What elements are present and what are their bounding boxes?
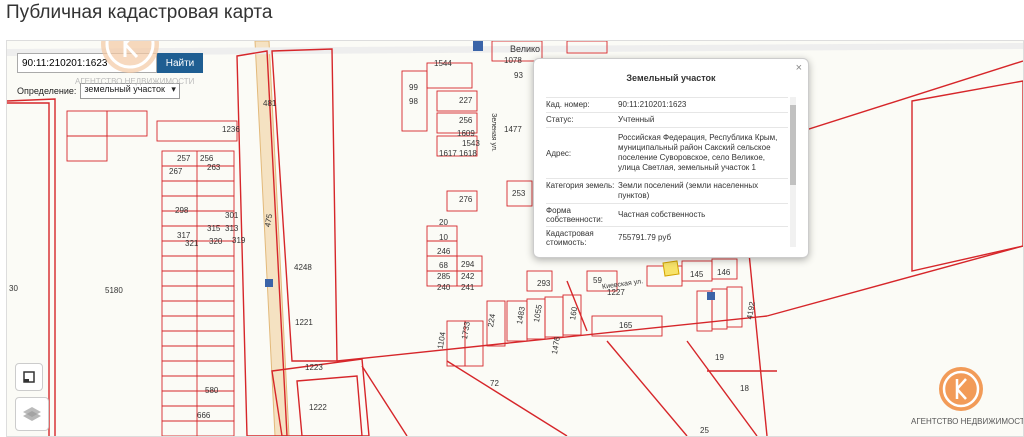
parcel-label: 72 <box>490 379 499 388</box>
street-label: Велико <box>510 44 541 54</box>
parcel-label: 315 <box>207 224 221 233</box>
agency-logo-bottom <box>937 365 985 418</box>
parcel-label: 241 <box>461 283 475 292</box>
parcel-label: 294 <box>461 260 475 269</box>
info-row: Статус: Учтенный <box>546 112 788 127</box>
parcel-label: 59 <box>593 276 602 285</box>
parcel-label: 293 <box>537 279 551 288</box>
square-icon <box>23 371 35 383</box>
parcel-label: 30 <box>9 284 18 293</box>
parcel-label: 257 <box>177 154 191 163</box>
parcel-label: 263 <box>207 163 221 172</box>
info-value: Российская Федерация, Республика Крым, м… <box>618 133 778 172</box>
parcel-label: 18 <box>740 384 749 393</box>
parcel-label: 19 <box>715 353 724 362</box>
parcel-label: 580 <box>205 386 219 395</box>
agency-watermark-top: АГЕНТСТВО НЕДВИЖИМОСТИ <box>75 77 195 86</box>
parcel-label: 146 <box>717 268 731 277</box>
parcel-label: 319 <box>232 236 246 245</box>
parcel-label: 99 <box>409 83 418 92</box>
parcel-label: 20 <box>439 218 448 227</box>
parcel-label: 320 <box>209 237 223 246</box>
parcel-label: 313 <box>225 224 239 233</box>
parcel-label: 285 <box>437 272 451 281</box>
layers-button[interactable] <box>15 397 49 431</box>
parcel-label: 1078 <box>504 56 522 65</box>
parcel-label: 481 <box>263 99 277 108</box>
info-key: Кад. номер: <box>546 100 590 109</box>
search-button[interactable]: Найти <box>157 53 203 73</box>
info-row: Форма собственности: Частная собственност… <box>546 203 788 226</box>
popup-title: Земельный участок <box>626 73 716 83</box>
parcel-label: 1543 <box>462 139 480 148</box>
parcel-label: 240 <box>437 283 451 292</box>
definition-label: Определение: <box>17 86 77 96</box>
parcel-label: 145 <box>690 270 704 279</box>
info-key: Статус: <box>546 115 574 124</box>
parcel-label: 1236 <box>222 125 240 134</box>
parcel-label: 25 <box>700 426 709 435</box>
agency-watermark-bottom: АГЕНТСТВО НЕДВИЖИМОСТИ <box>911 417 1024 426</box>
parcel-label: 5180 <box>105 286 123 295</box>
parcel-label: 1223 <box>305 363 323 372</box>
logo-icon <box>101 41 159 73</box>
info-row: Кадастровая стоимость: 755791.79 руб <box>546 226 788 247</box>
parcel-label: 4248 <box>294 263 312 272</box>
info-key: Форма собственности: <box>546 206 603 224</box>
parcel-label: 93 <box>514 71 523 80</box>
parcel-info-popup: × Земельный участок Кад. номер: 90:11:210… <box>533 58 809 258</box>
parcel-label: 276 <box>459 195 473 204</box>
parcel-label: 1618 <box>459 149 477 158</box>
info-key: Адрес: <box>546 148 572 158</box>
parcel-label: 242 <box>461 272 475 281</box>
parcel-label: 267 <box>169 167 183 176</box>
info-value: Учтенный <box>618 115 655 124</box>
parcel-label: 256 <box>459 116 473 125</box>
parcel-label: 227 <box>459 96 473 105</box>
info-row: Кад. номер: 90:11:210201:1623 <box>546 97 788 112</box>
cadastral-map[interactable]: 1544 1078 93 99 98 227 256 1609 1543 161… <box>6 40 1024 437</box>
popup-body[interactable]: Кад. номер: 90:11:210201:1623 Статус: Учте… <box>546 97 788 247</box>
info-value: 90:11:210201:1623 <box>618 100 687 109</box>
parcel-label: 253 <box>512 189 526 198</box>
info-value: Земли поселений (земли населенных пункто… <box>618 181 759 200</box>
popup-scrollbar[interactable] <box>790 97 796 247</box>
parcel-label: 165 <box>619 321 633 330</box>
parcel-label: 10 <box>439 233 448 242</box>
map-mode-button[interactable] <box>15 363 43 391</box>
info-row: Категория земель: Земли поселений (земли … <box>546 178 788 203</box>
scroll-thumb[interactable] <box>790 105 796 185</box>
street-label: Зеленая ул. <box>489 113 497 152</box>
parcel-layer[interactable] <box>7 41 1023 436</box>
info-key: Категория земель: <box>546 181 615 190</box>
parcel-label: 301 <box>225 211 239 220</box>
logo-icon <box>939 367 983 411</box>
parcel-label: 98 <box>409 97 418 106</box>
agency-logo-top <box>99 41 161 80</box>
parcel-label: 1222 <box>309 403 327 412</box>
parcel-label: 321 <box>185 239 199 248</box>
parcel-label: 68 <box>439 261 448 270</box>
parcel-label: 1617 <box>439 149 457 158</box>
parcel-label: 1221 <box>295 318 313 327</box>
parcel-label: 1477 <box>504 125 522 134</box>
parcel-label: 256 <box>200 154 214 163</box>
parcel-label: 1544 <box>434 59 452 68</box>
layers-icon <box>23 407 41 421</box>
page-title: Публичная кадастровая карта <box>6 2 273 23</box>
info-row: Адрес: Российская Федерация, Республика К… <box>546 127 788 178</box>
close-icon[interactable]: × <box>796 62 802 74</box>
info-value: 755791.79 руб <box>618 233 672 242</box>
parcel-label: 1609 <box>457 129 475 138</box>
info-value: Частная собственность <box>618 210 706 219</box>
info-key: Кадастровая стоимость: <box>546 229 594 247</box>
parcel-label: 298 <box>175 206 189 215</box>
parcel-label: 246 <box>437 247 451 256</box>
parcel-label: 666 <box>197 411 211 420</box>
